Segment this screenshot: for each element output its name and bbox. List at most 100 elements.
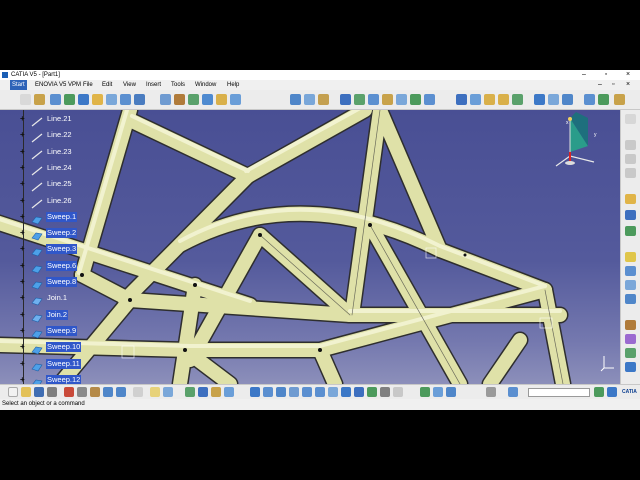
menu-window[interactable]: Window <box>193 80 218 90</box>
catalog-icon[interactable] <box>198 387 208 397</box>
revolve-tool-icon[interactable] <box>106 94 117 105</box>
pan-icon[interactable] <box>470 94 481 105</box>
fill-tool-icon[interactable] <box>134 94 145 105</box>
swap-icon[interactable] <box>393 387 403 397</box>
tree-item[interactable]: + Line.23 <box>0 145 90 160</box>
tree-item[interactable]: + Line.24 <box>0 161 90 176</box>
trim-tool-icon[interactable] <box>188 94 199 105</box>
right-tool-14-icon[interactable] <box>625 348 636 358</box>
right-tool-9-icon[interactable] <box>625 266 636 276</box>
right-tool-13-icon[interactable] <box>625 334 636 344</box>
close-button[interactable]: × <box>620 70 636 80</box>
point-tool-icon[interactable] <box>50 94 61 105</box>
tree-item[interactable]: + Line.25 <box>0 177 90 192</box>
right-tool-2-icon[interactable] <box>625 140 636 150</box>
swap-space-icon[interactable] <box>584 94 595 105</box>
print-icon[interactable] <box>47 387 57 397</box>
axis-system-icon[interactable] <box>340 94 351 105</box>
shading-bottom-icon[interactable] <box>367 387 377 397</box>
right-tool-12-icon[interactable] <box>625 320 636 330</box>
multi-view-icon[interactable] <box>341 387 351 397</box>
right-tool-7-icon[interactable] <box>625 226 636 236</box>
tree-item[interactable]: + Sweep.10 <box>0 340 90 355</box>
whats-this-icon[interactable] <box>133 387 143 397</box>
tree-item[interactable]: + Line.22 <box>0 128 90 143</box>
menu-tools[interactable]: Tools <box>169 80 187 90</box>
join-tool-icon[interactable] <box>160 94 171 105</box>
doc-close-button[interactable]: × <box>626 80 630 90</box>
rotate-tool-icon[interactable] <box>304 94 315 105</box>
sketch-tool-icon[interactable] <box>34 94 45 105</box>
refresh-icon[interactable] <box>508 387 518 397</box>
photo-icon[interactable] <box>211 387 221 397</box>
right-tool-8-icon[interactable] <box>625 252 636 262</box>
material-icon[interactable] <box>614 94 625 105</box>
tree-item[interactable]: + Join.1 <box>0 291 90 306</box>
hide-icon[interactable] <box>380 387 390 397</box>
menu-enovia[interactable]: ENOVIA V5 VPM <box>33 80 83 90</box>
cut-icon[interactable] <box>64 387 74 397</box>
bottom-tool-end-2-icon[interactable] <box>607 387 617 397</box>
iso-view-icon[interactable] <box>534 94 545 105</box>
shading-icon[interactable] <box>548 94 559 105</box>
menu-view[interactable]: View <box>121 80 138 90</box>
right-tool-10-icon[interactable] <box>625 280 636 290</box>
tree-item[interactable]: + Line.21 <box>0 112 90 127</box>
rotate-view-icon[interactable] <box>289 387 299 397</box>
right-tool-11-icon[interactable] <box>625 294 636 304</box>
right-tool-1-icon[interactable] <box>625 114 636 124</box>
normal-to-icon[interactable] <box>328 387 338 397</box>
lighting-icon[interactable] <box>433 387 443 397</box>
tree-item[interactable]: + Sweep.9 <box>0 324 90 339</box>
paste-icon[interactable] <box>90 387 100 397</box>
doc-minimize-button[interactable]: – <box>598 80 602 90</box>
repetition-icon[interactable] <box>354 94 365 105</box>
normal-view-icon[interactable] <box>512 94 523 105</box>
measure-icon[interactable] <box>368 94 379 105</box>
law-icon[interactable] <box>424 94 435 105</box>
right-tool-5-icon[interactable] <box>625 194 636 204</box>
spec-tool-icon[interactable] <box>185 387 195 397</box>
doc-restore-button[interactable]: ▫ <box>612 80 614 90</box>
command-input[interactable] <box>528 388 590 397</box>
save-icon[interactable] <box>34 387 44 397</box>
translate-tool-icon[interactable] <box>290 94 301 105</box>
zoom-out-icon[interactable] <box>498 94 509 105</box>
pan-view-icon[interactable] <box>276 387 286 397</box>
tree-item[interactable]: + Sweep.6 <box>0 259 90 274</box>
fit-all-in-icon[interactable] <box>263 387 273 397</box>
measure-between-icon[interactable] <box>224 387 234 397</box>
minimize-button[interactable]: – <box>576 70 592 80</box>
maximize-button[interactable]: ▫ <box>598 70 614 80</box>
open-file-icon[interactable] <box>21 387 31 397</box>
sweep-tool-icon[interactable] <box>120 94 131 105</box>
hide-show-icon[interactable] <box>562 94 573 105</box>
undo-icon[interactable] <box>103 387 113 397</box>
extrude-tool-icon[interactable] <box>92 94 103 105</box>
render-icon[interactable] <box>598 94 609 105</box>
tube-frame-model[interactable] <box>0 110 620 384</box>
tree-item[interactable]: + Line.26 <box>0 194 90 208</box>
material-bottom-icon[interactable] <box>420 387 430 397</box>
tree-item[interactable]: + Sweep.11 <box>0 357 90 371</box>
right-tool-3-icon[interactable] <box>625 154 636 164</box>
compass-icon[interactable]: x y <box>548 110 606 172</box>
select-tool-icon[interactable] <box>20 94 31 105</box>
menu-help[interactable]: Help <box>225 80 241 90</box>
3d-viewport[interactable]: + Line.21 + Line.22 + Line.23 + Line.24 + Line.25… <box>0 110 620 384</box>
extract-tool-icon[interactable] <box>216 94 227 105</box>
boundary-tool-icon[interactable] <box>202 94 213 105</box>
menu-start[interactable]: Start <box>10 80 27 90</box>
tree-item[interactable]: + Sweep.8 <box>0 275 90 290</box>
plane-tool-icon[interactable] <box>78 94 89 105</box>
zoom-out-view-icon[interactable] <box>315 387 325 397</box>
tree-item[interactable]: + Sweep.2 <box>0 226 90 241</box>
symmetry-tool-icon[interactable] <box>318 94 329 105</box>
depth-effect-icon[interactable] <box>446 387 456 397</box>
knowledge-icon[interactable] <box>163 387 173 397</box>
iso-view-bottom-icon[interactable] <box>354 387 364 397</box>
fit-all-icon[interactable] <box>456 94 467 105</box>
tree-item[interactable]: + Join.2 <box>0 308 90 322</box>
analysis-icon[interactable] <box>382 94 393 105</box>
right-tool-15-icon[interactable] <box>625 362 636 372</box>
